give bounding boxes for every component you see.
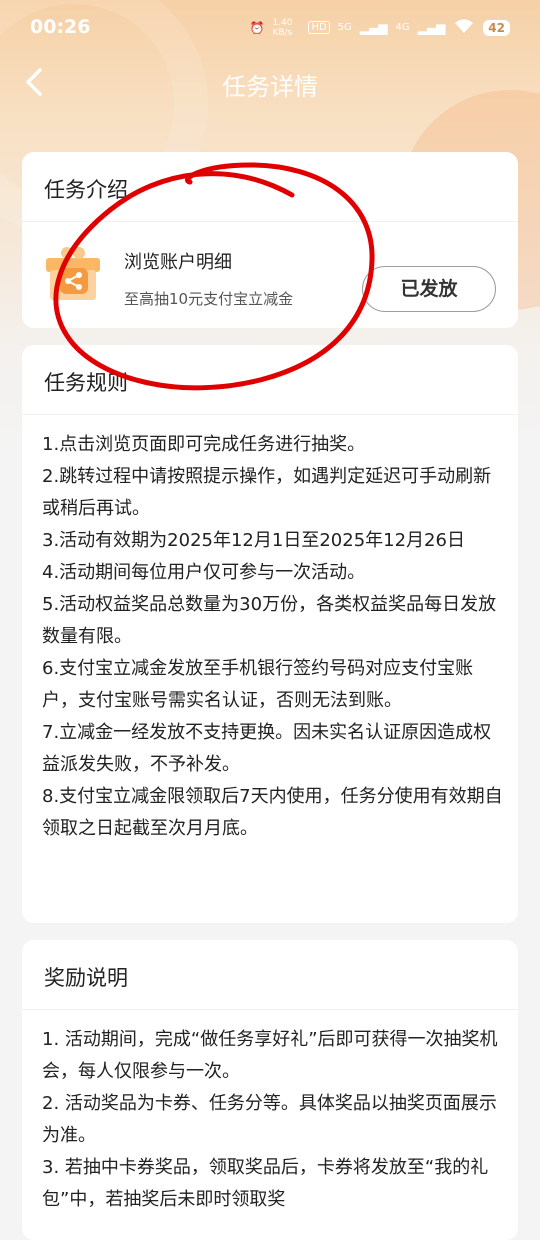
- battery-icon: 42: [483, 19, 510, 36]
- signal-icon: ▂▄▆: [359, 20, 388, 35]
- status-icons: ⏰ 1.40 KB/s HD 5G ▂▄▆ 4G ▂▄▆ 42: [249, 17, 510, 38]
- reward-item: 2. 活动奖品为卡券、任务分等。具体奖品以抽奖页面展示为准。: [42, 1093, 497, 1146]
- rule-item: 2.跳转过程中请按照提示操作，如遇判定延迟可手动刷新或稍后再试。: [42, 466, 492, 519]
- section-heading: 任务介绍: [22, 152, 518, 222]
- net-speed: 1.40 KB/s: [272, 17, 293, 38]
- wifi-icon: [453, 17, 475, 38]
- rule-item: 1.点击浏览页面即可完成任务进行抽奖。: [42, 434, 366, 455]
- sim1-signal: 5G: [337, 22, 352, 33]
- task-description: 至高抽10元支付宝立减金: [124, 290, 294, 308]
- rewards-list: 1. 活动期间，完成“做任务享好礼”后即可获得一次抽奖机会，每人仅限参与一次。 …: [42, 1024, 504, 1216]
- reward-item: 3. 若抽中卡券奖品，领取奖品后，卡券将发放至“我的礼包”中，若抽奖后未即时领取…: [42, 1157, 489, 1210]
- rule-item: 7.立减金一经发放不支持更换。因未实名认证原因造成权益派发失败，不予补发。: [42, 722, 492, 775]
- signal-icon: ▂▄▆: [417, 20, 446, 35]
- status-bar: 00:26 ⏰ 1.40 KB/s HD 5G ▂▄▆ 4G ▂▄▆ 42: [0, 0, 540, 56]
- reward-item: 1. 活动期间，完成“做任务享好礼”后即可获得一次抽奖机会，每人仅限参与一次。: [42, 1029, 498, 1082]
- task-name: 浏览账户明细: [124, 252, 232, 273]
- rule-item: 3.活动有效期为2025年12月1日至2025年12月26日: [42, 530, 465, 551]
- alarm-icon: ⏰: [249, 20, 265, 35]
- rule-item: 5.活动权益奖品总数量为30万份，各类权益奖品每日发放数量有限。: [42, 594, 497, 647]
- section-heading: 任务规则: [22, 345, 518, 415]
- page-title: 任务详情: [222, 73, 318, 101]
- gift-share-icon: [42, 242, 104, 304]
- rule-item: 8.支付宝立减金限领取后7天内使用，任务分使用有效期自领取之日起截至次月月底。: [42, 786, 503, 839]
- status-time: 00:26: [30, 16, 91, 38]
- rule-item: 6.支付宝立减金发放至手机银行签约号码对应支付宝账户，支付宝账号需实名认证，否则…: [42, 658, 474, 711]
- rule-item: 4.活动期间每位用户仅可参与一次活动。: [42, 562, 366, 583]
- sim2-signal: 4G: [395, 22, 410, 33]
- task-rules-card: 任务规则 1.点击浏览页面即可完成任务进行抽奖。 2.跳转过程中请按照提示操作，…: [22, 345, 518, 923]
- task-intro-card: 任务介绍 浏览账户明细 至高抽10元支付宝立减金 已发放: [22, 152, 518, 328]
- rules-list: 1.点击浏览页面即可完成任务进行抽奖。 2.跳转过程中请按照提示操作，如遇判定延…: [42, 429, 504, 845]
- hd-icon: HD: [308, 21, 330, 34]
- issued-button[interactable]: 已发放: [362, 266, 496, 312]
- task-item: 浏览账户明细 至高抽10元支付宝立减金 已发放: [22, 222, 518, 328]
- section-heading: 奖励说明: [22, 940, 518, 1010]
- reward-description-card: 奖励说明 1. 活动期间，完成“做任务享好礼”后即可获得一次抽奖机会，每人仅限参…: [22, 940, 518, 1240]
- nav-bar: 任务详情: [0, 56, 540, 108]
